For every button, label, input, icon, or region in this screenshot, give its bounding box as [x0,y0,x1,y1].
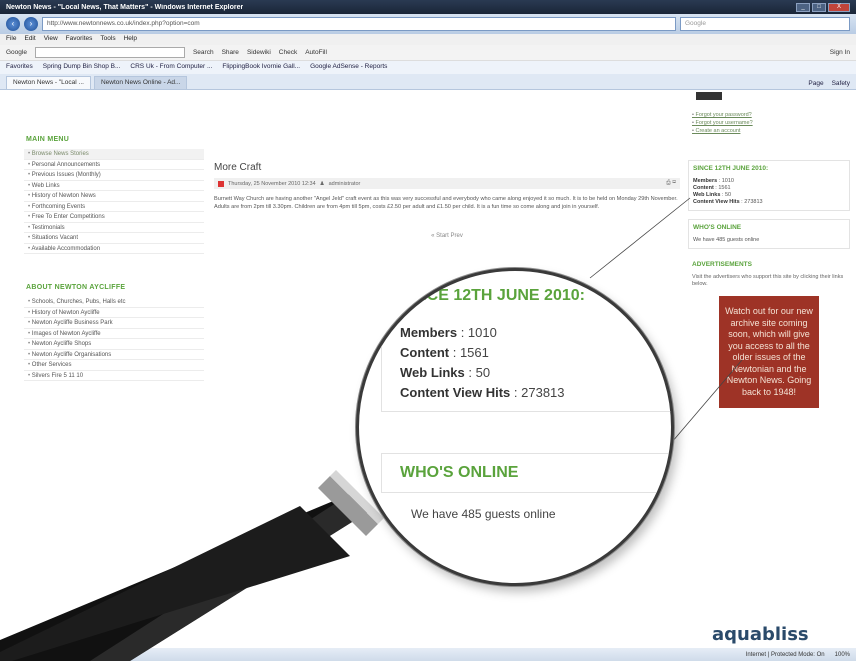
magnified-online-heading: WHO'S ONLINE [400,464,519,481]
magnified-online-text: We have 485 guests online [411,507,556,521]
magnified-stats-module: SINCE 12TH JUNE 2010: Members : 1010 Con… [381,279,671,412]
magnified-since-heading: SINCE 12TH JUNE 2010: [400,287,585,304]
magnified-stat: Web Links : 50 [400,365,491,380]
magnified-stat: Content View Hits : 273813 [400,385,565,400]
callout-line-top [589,197,691,279]
magnified-stat: Members : 1010 [400,325,497,340]
magnifier-lens: SINCE 12TH JUNE 2010: Members : 1010 Con… [356,268,674,586]
magnified-online-module: WHO'S ONLINE [381,453,671,493]
magnifier-handle-icon [0,470,384,661]
callout-line-bottom [671,359,743,443]
magnified-stat: Content : 1561 [400,345,489,360]
